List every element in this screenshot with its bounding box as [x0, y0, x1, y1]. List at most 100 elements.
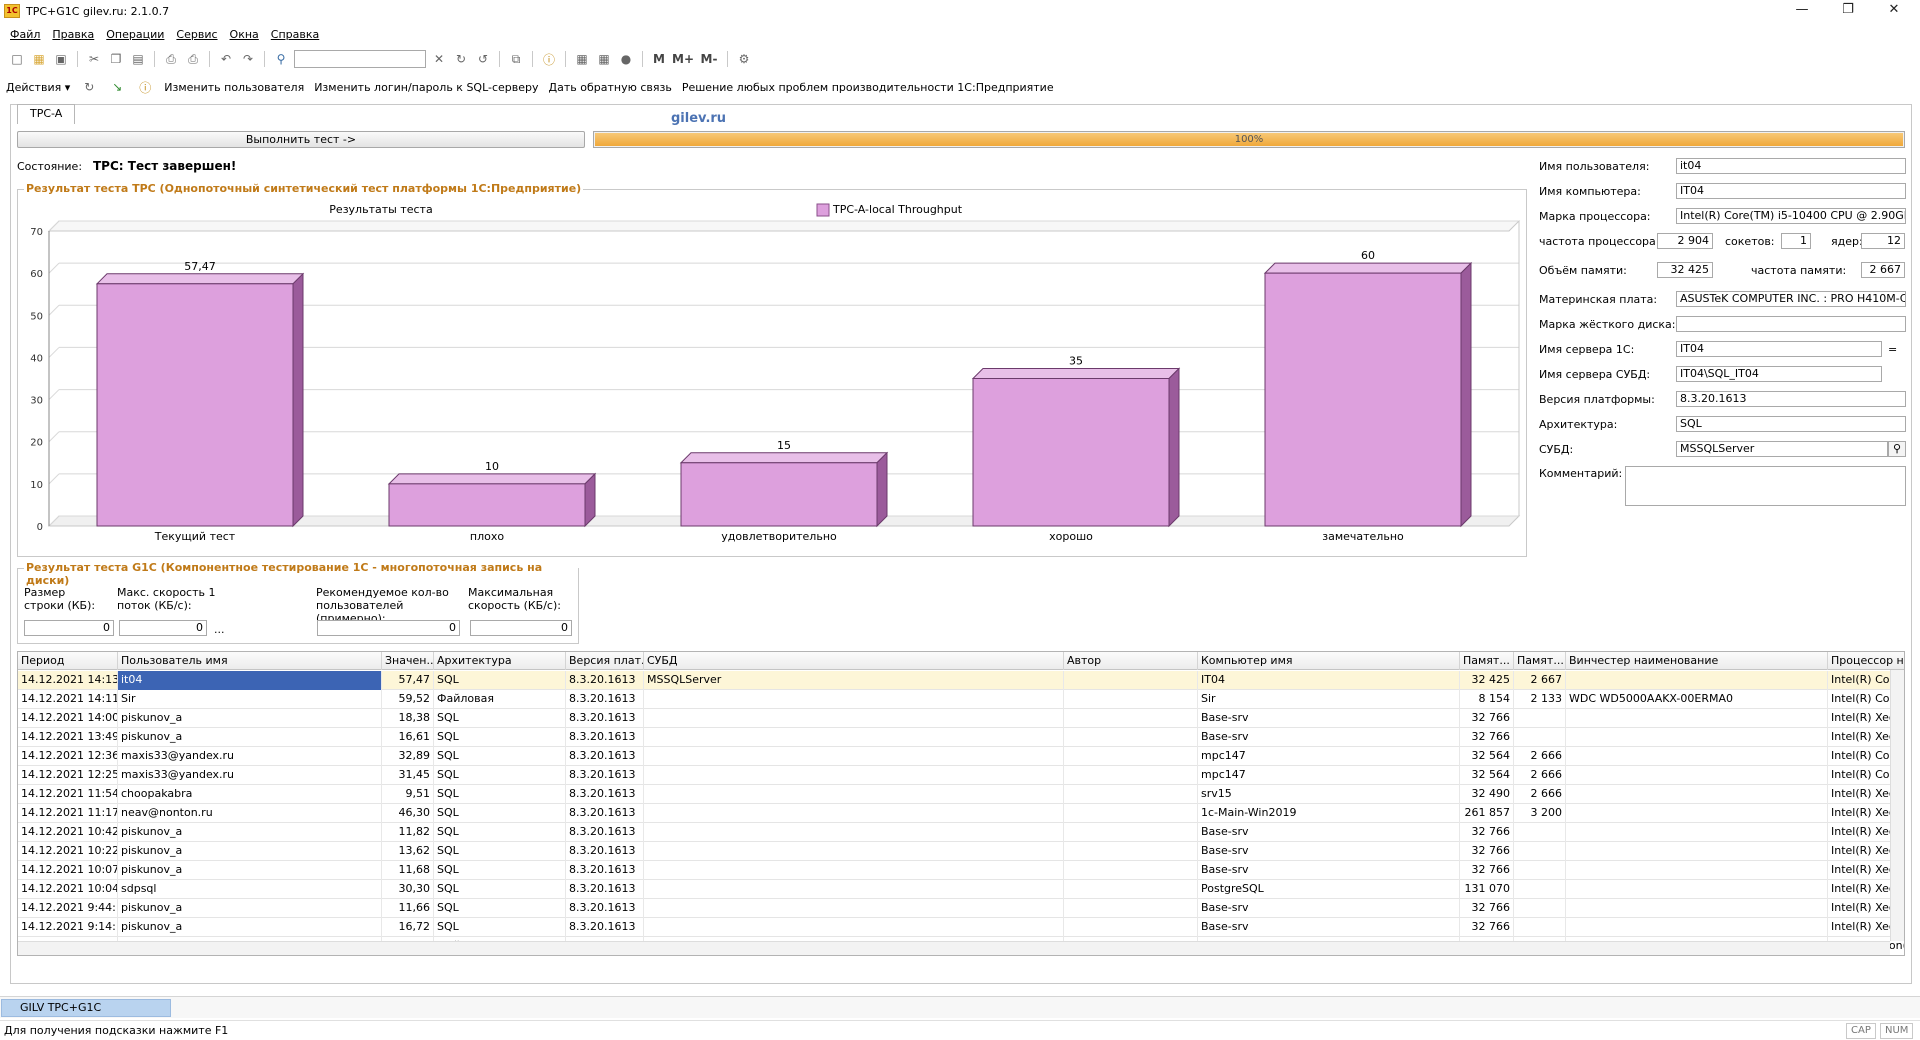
column-header[interactable]: Версия плат... [566, 652, 644, 670]
actions-menu[interactable]: Действия ▾ [6, 81, 70, 94]
table-row[interactable]: 14.12.2021 13:49...piskunov_a16,61SQL8.3… [18, 728, 1904, 747]
calculator-icon[interactable]: ▦ [573, 50, 591, 68]
table-row[interactable]: 14.12.2021 11:17...neav@nonton.ru46,30SQ… [18, 804, 1904, 823]
table-cell: piskunov_a [118, 842, 382, 861]
export-icon[interactable]: ↘ [108, 78, 126, 96]
dbms-field[interactable]: MSSQLServer [1676, 441, 1888, 457]
settings-icon[interactable]: ⚙ [735, 50, 753, 68]
memory-m-minus-icon[interactable]: M- [698, 50, 720, 68]
cores-field[interactable]: 12 [1861, 233, 1905, 249]
column-header[interactable]: Процессор н [1828, 652, 1904, 670]
menu-edit[interactable]: Правка [52, 28, 94, 41]
new-document-icon[interactable]: □ [8, 50, 26, 68]
copy-icon[interactable]: ❐ [107, 50, 125, 68]
motherboard-field[interactable]: ASUSTeK COMPUTER INC. : PRO H410M-C [1676, 291, 1906, 307]
link-feedback[interactable]: Дать обратную связь [549, 81, 672, 94]
comment-field[interactable] [1625, 466, 1906, 506]
table-row[interactable]: 14.12.2021 9:44:... piskunov_a 11,66 SQL 8.3… [18, 899, 1904, 918]
clear-search-icon[interactable]: ✕ [430, 50, 448, 68]
print-preview-icon[interactable]: ⎙ [184, 50, 202, 68]
max-speed-1-field[interactable]: 0 [119, 620, 207, 636]
memory-field[interactable]: 32 425 [1657, 262, 1713, 278]
memory-m-plus-icon[interactable]: M+ [672, 50, 694, 68]
user-field[interactable]: it04 [1676, 158, 1906, 174]
table-row[interactable]: 14.12.2021 12:36...maxis33@yandex.ru32,8… [18, 747, 1904, 766]
calendar-icon[interactable]: ▦ [595, 50, 613, 68]
architecture-field[interactable]: SQL [1676, 416, 1906, 432]
column-header[interactable]: Винчестер наименование [1566, 652, 1828, 670]
table-row[interactable]: 14.12.2021 9:14:... piskunov_a 16,72 SQL 8.3… [18, 918, 1904, 937]
column-header[interactable]: Значен... [382, 652, 434, 670]
users-icon[interactable]: ● [617, 50, 635, 68]
save-icon[interactable]: ▣ [52, 50, 70, 68]
menu-file[interactable]: Файл [10, 28, 40, 41]
vertical-scrollbar[interactable] [1890, 670, 1904, 941]
table-row[interactable]: 14.12.2021 14:11...Sir59,52Файловая8.3.2… [18, 690, 1904, 709]
server-1c-field[interactable]: IT04 [1676, 341, 1882, 357]
table-row[interactable]: 14.12.2021 11:54...choopakabra9,51SQL8.3… [18, 785, 1904, 804]
table-row[interactable]: 14.12.2021 14:00...piskunov_a18,38SQL8.3… [18, 709, 1904, 728]
redo-icon[interactable]: ↷ [239, 50, 257, 68]
link-performance-solutions[interactable]: Решение любых проблем производительности… [682, 81, 1054, 94]
windows-icon[interactable]: ⧉ [507, 50, 525, 68]
max-speed-field[interactable]: 0 [470, 620, 572, 636]
disk-field[interactable] [1676, 316, 1906, 332]
link-change-user[interactable]: Изменить пользователя [164, 81, 304, 94]
column-header[interactable]: Памят... [1514, 652, 1566, 670]
table-row[interactable]: 14.12.2021 10:42...piskunov_a11,82SQL8.3… [18, 823, 1904, 842]
restore-button[interactable]: ❐ [1826, 0, 1870, 22]
open-folder-icon[interactable]: ▦ [30, 50, 48, 68]
memory-m-icon[interactable]: M [650, 50, 668, 68]
column-header[interactable]: СУБД [644, 652, 1064, 670]
run-test-button[interactable]: Выполнить тест -> [17, 131, 585, 148]
recommended-users-field[interactable]: 0 [317, 620, 460, 636]
horizontal-scrollbar[interactable] [18, 941, 1890, 955]
table-cell: 3 200 [1514, 804, 1566, 823]
help-icon[interactable]: ⓘ [136, 78, 154, 96]
sockets-field[interactable]: 1 [1781, 233, 1811, 249]
column-header[interactable]: Памят... [1460, 652, 1514, 670]
cpu-field[interactable]: Intel(R) Core(TM) i5-10400 CPU @ 2.90GHz [1676, 208, 1906, 224]
link-change-sql-login[interactable]: Изменить логин/пароль к SQL-серверу [314, 81, 538, 94]
cut-icon[interactable]: ✂ [85, 50, 103, 68]
memory-freq-field[interactable]: 2 667 [1861, 262, 1905, 278]
column-header[interactable]: Период [18, 652, 118, 670]
table-row[interactable]: 14.12.2021 12:25...maxis33@yandex.ru31,4… [18, 766, 1904, 785]
print-icon[interactable]: ⎙ [162, 50, 180, 68]
menu-windows[interactable]: Окна [230, 28, 259, 41]
row-size-field[interactable]: 0 [24, 620, 114, 636]
dbms-search-icon[interactable]: ⚲ [1888, 441, 1906, 457]
db-server-field[interactable]: IT04\SQL_IT04 [1676, 366, 1882, 382]
find-next-icon[interactable]: ↻ [452, 50, 470, 68]
column-header[interactable]: Архитектура [434, 652, 566, 670]
computer-field[interactable]: IT04 [1676, 183, 1906, 199]
platform-field[interactable]: 8.3.20.1613 [1676, 391, 1906, 407]
table-row[interactable]: 14.12.2021 10:04...sdpsql30,30SQL8.3.20.… [18, 880, 1904, 899]
search-icon[interactable]: ⚲ [272, 50, 290, 68]
close-button[interactable]: ✕ [1872, 0, 1916, 22]
table-row[interactable]: 14.12.2021 14:13...it0457,47SQL8.3.20.16… [18, 671, 1904, 690]
menu-operations[interactable]: Операции [106, 28, 164, 41]
table-cell [1514, 899, 1566, 918]
minimize-button[interactable]: — [1780, 0, 1824, 22]
site-link[interactable]: gilev.ru [671, 111, 726, 126]
undo-icon[interactable]: ↶ [217, 50, 235, 68]
table-row[interactable]: 14.12.2021 10:07...piskunov_a11,68SQL8.3… [18, 861, 1904, 880]
window-tab-gilv[interactable]: GILV TPC+G1C [1, 999, 171, 1017]
column-header[interactable]: Пользователь имя [118, 652, 382, 670]
paste-icon[interactable]: ▤ [129, 50, 147, 68]
menu-service[interactable]: Сервис [176, 28, 217, 41]
refresh-icon[interactable]: ↻ [80, 78, 98, 96]
find-prev-icon[interactable]: ↺ [474, 50, 492, 68]
cpu-freq-field[interactable]: 2 904 [1657, 233, 1713, 249]
tab-tpc-a[interactable]: TPC-A [17, 104, 76, 124]
menu-help[interactable]: Справка [271, 28, 319, 41]
table-cell: PostgreSQL [1198, 880, 1460, 899]
table-row[interactable]: 14.12.2021 10:22...piskunov_a13,62SQL8.3… [18, 842, 1904, 861]
column-header[interactable]: Автор [1064, 652, 1198, 670]
table-cell: SQL [434, 785, 566, 804]
info-icon[interactable]: ⓘ [540, 50, 558, 68]
column-header[interactable]: Компьютер имя [1198, 652, 1460, 670]
search-input[interactable] [294, 50, 426, 68]
more-ellipsis[interactable]: ... [214, 623, 225, 636]
